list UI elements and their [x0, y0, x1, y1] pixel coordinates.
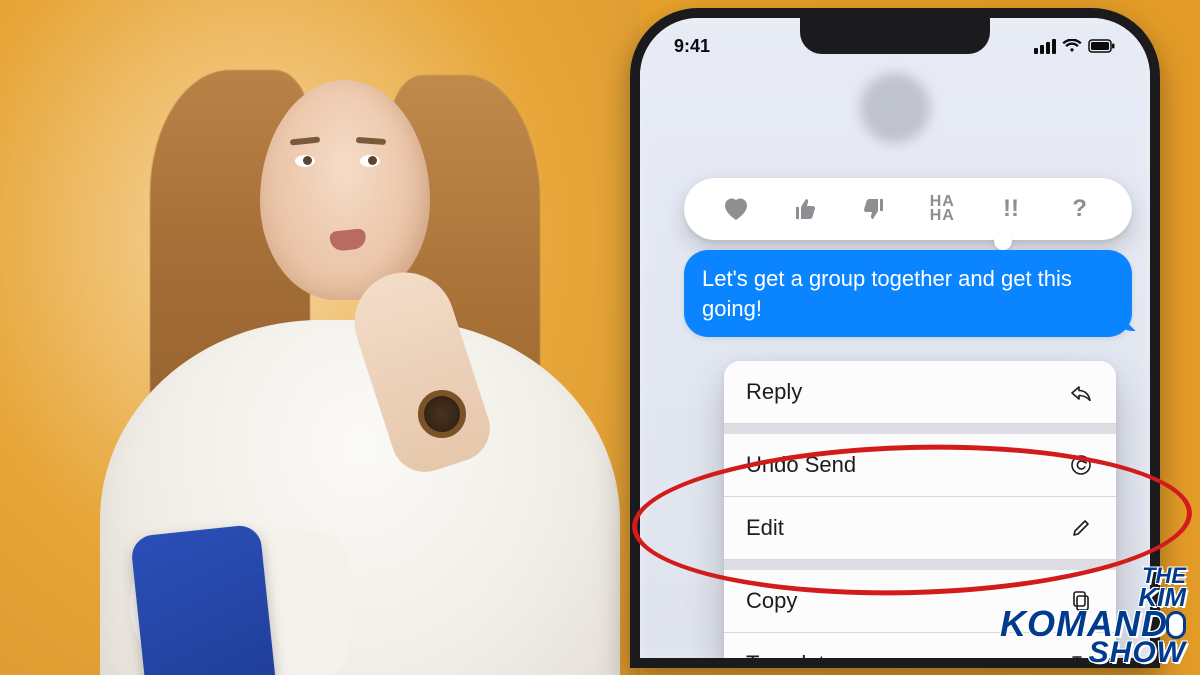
pencil-icon	[1068, 518, 1094, 538]
tapback-thumbs-down[interactable]	[852, 196, 896, 222]
menu-separator	[724, 424, 1116, 434]
brand-watermark: THE KIM KOMAND SHOW	[1000, 567, 1186, 665]
microphone-icon	[1166, 611, 1186, 639]
message-text: Let's get a group together and get this …	[702, 266, 1072, 321]
sent-message-bubble[interactable]: Let's get a group together and get this …	[684, 250, 1132, 337]
menu-label: Reply	[746, 379, 802, 405]
tapback-exclaim[interactable]: !!	[989, 195, 1033, 223]
menu-label: Translate	[746, 651, 837, 668]
menu-label: Copy	[746, 588, 797, 614]
menu-item-reply[interactable]: Reply	[724, 361, 1116, 424]
reply-arrow-icon	[1068, 383, 1094, 401]
tapback-question[interactable]: ?	[1058, 195, 1102, 223]
menu-item-edit[interactable]: Edit	[724, 497, 1116, 560]
eye	[360, 155, 380, 167]
tapback-tail	[994, 232, 1012, 250]
battery-icon	[1088, 39, 1116, 53]
cellular-signal-icon	[1034, 39, 1056, 54]
handheld-phone	[130, 524, 280, 675]
status-bar: 9:41	[640, 32, 1150, 60]
tapback-haha[interactable]: HA HA	[920, 195, 964, 224]
tapback-heart[interactable]	[714, 196, 758, 222]
photo-region	[0, 0, 640, 675]
tapback-reaction-bar: HA HA !! ?	[684, 178, 1132, 240]
menu-label: Undo Send	[746, 452, 856, 478]
menu-item-undo-send[interactable]: Undo Send	[724, 434, 1116, 497]
brand-line: KOMAND	[1000, 608, 1186, 640]
status-time: 9:41	[674, 36, 710, 57]
wristwatch	[418, 390, 466, 438]
status-indicators	[1034, 39, 1116, 54]
wifi-icon	[1062, 39, 1082, 53]
promo-canvas: 9:41	[0, 0, 1200, 675]
menu-label: Edit	[746, 515, 784, 541]
tapback-thumbs-up[interactable]	[783, 196, 827, 222]
eye	[295, 155, 315, 167]
messages-app-screen: 9:41	[640, 18, 1150, 658]
undo-circle-icon	[1068, 454, 1094, 476]
person-illustration	[60, 60, 580, 675]
